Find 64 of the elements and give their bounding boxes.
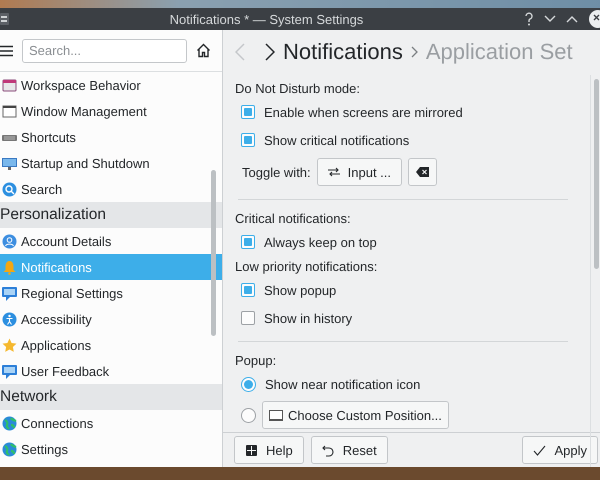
menu-icon[interactable] (0, 44, 13, 56)
sidebar-item[interactable]: Window Management (21, 104, 147, 118)
checkbox[interactable] (241, 283, 255, 298)
monitor-icon (269, 410, 283, 421)
help-button[interactable]: Help (234, 436, 304, 464)
window-icon (2, 78, 17, 92)
maximize-icon[interactable] (566, 15, 578, 23)
bell-icon (2, 260, 17, 274)
globe-icon (2, 416, 17, 430)
radio-button[interactable] (241, 376, 256, 392)
chat-icon (2, 364, 17, 378)
reset-button[interactable]: Reset (310, 436, 388, 464)
sidebar-item[interactable]: User Feedback (21, 364, 110, 378)
checkbox-label[interactable]: Show popup (264, 282, 336, 298)
monitor-icon (2, 156, 17, 170)
category-header: Personalization (0, 202, 222, 228)
section-heading: Popup: (235, 352, 276, 368)
home-icon[interactable] (196, 43, 211, 58)
shortcut-button[interactable]: Input ... (316, 158, 402, 186)
checkbox[interactable] (241, 311, 255, 326)
chat-icon (2, 286, 17, 300)
minimize-icon[interactable] (544, 15, 556, 23)
radio-button[interactable] (241, 408, 256, 423)
checkbox[interactable] (241, 105, 255, 120)
scrollbar[interactable] (594, 79, 599, 269)
apply-button[interactable]: Apply (522, 436, 598, 464)
checkbox-label[interactable]: Always keep on top (264, 234, 377, 250)
window-title: Notifications * — System Settings (168, 12, 364, 26)
sidebar-item[interactable]: Search (21, 182, 62, 196)
help-icon[interactable] (524, 12, 534, 26)
section-heading: Do Not Disturb mode: (235, 80, 360, 96)
sidebar-item[interactable]: Accessibility (21, 312, 92, 326)
checkbox-label[interactable]: Show critical notifications (264, 132, 410, 148)
sidebar-item[interactable]: Shortcuts (21, 130, 76, 144)
section-heading: Low priority notifications: (235, 258, 378, 274)
globe-icon (2, 442, 17, 456)
sidebar-item[interactable]: Connections (21, 416, 94, 430)
backspace-icon (416, 167, 430, 178)
search-field[interactable]: Search... (22, 38, 187, 62)
star-icon (2, 338, 17, 352)
checkbox[interactable] (241, 235, 255, 250)
close-icon[interactable] (588, 10, 600, 28)
scrollbar[interactable] (211, 170, 216, 336)
sidebar-item[interactable]: Applications (21, 338, 92, 352)
chevron-icon (410, 46, 418, 58)
undo-icon (322, 444, 335, 457)
clear-shortcut-button[interactable] (408, 158, 438, 186)
swap-icon (328, 167, 340, 178)
sidebar-item[interactable]: Account Details (21, 234, 112, 248)
checkbox[interactable] (241, 133, 255, 148)
section-heading: Critical notifications: (235, 210, 351, 226)
checkbox-label[interactable]: Show in history (264, 310, 352, 326)
checkbox-label[interactable]: Enable when screens are mirrored (264, 104, 463, 120)
breadcrumb-item[interactable]: Notifications (283, 39, 403, 66)
check-icon (533, 444, 546, 457)
category-header: Network (0, 384, 222, 410)
radio-label[interactable]: Show near notification icon (265, 376, 420, 392)
sidebar-item[interactable]: Startup and Shutdown (21, 156, 150, 170)
field-label: Toggle with: (242, 164, 311, 180)
sidebar-item[interactable]: Regional Settings (21, 286, 123, 300)
sidebar-item[interactable]: Workspace Behavior (21, 78, 141, 92)
sidebar-item[interactable]: Settings (21, 442, 68, 456)
app-icon (0, 12, 9, 26)
position-button[interactable]: Choose Custom Position... (262, 401, 449, 430)
